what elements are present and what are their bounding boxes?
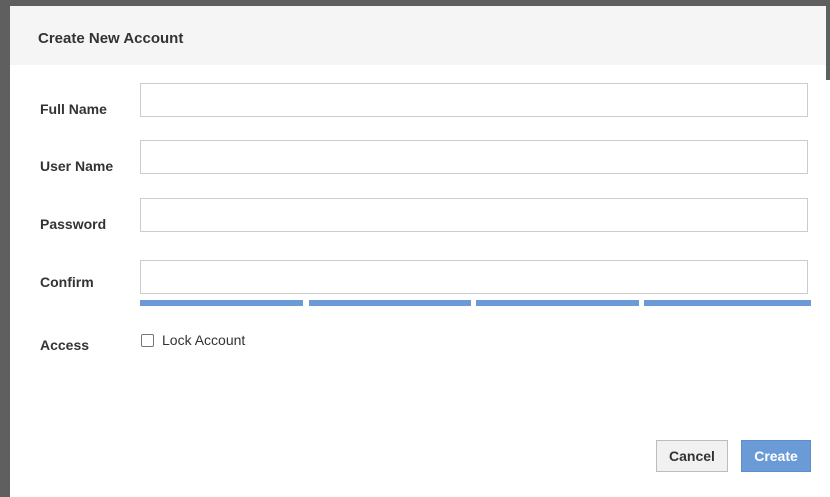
full-name-label: Full Name xyxy=(40,101,107,117)
password-strength-meter xyxy=(140,300,811,306)
lock-account-checkbox[interactable] xyxy=(141,333,154,347)
access-label: Access xyxy=(40,337,90,353)
full-name-input[interactable] xyxy=(140,83,808,117)
password-input[interactable] xyxy=(140,198,808,232)
app-window: Create New Account Full Name User Name P… xyxy=(0,0,830,497)
password-label: Password xyxy=(40,216,107,232)
window-border-left xyxy=(0,0,10,497)
strength-segment-4 xyxy=(644,300,811,306)
user-name-input[interactable] xyxy=(140,140,808,174)
strength-segment-1 xyxy=(140,300,303,306)
create-button[interactable]: Create xyxy=(741,440,811,472)
strength-segment-3 xyxy=(476,300,639,306)
user-name-label: User Name xyxy=(40,158,114,174)
dialog-header: Create New Account xyxy=(10,6,826,65)
cancel-button[interactable]: Cancel xyxy=(656,440,728,472)
dialog-title: Create New Account xyxy=(38,30,184,47)
create-account-dialog: Create New Account Full Name User Name P… xyxy=(10,6,826,497)
lock-account-option[interactable]: Lock Account xyxy=(140,331,245,349)
strength-segment-2 xyxy=(309,300,471,306)
lock-account-label[interactable]: Lock Account xyxy=(162,332,245,348)
confirm-password-input[interactable] xyxy=(140,260,808,294)
window-border-right xyxy=(826,0,830,80)
confirm-label: Confirm xyxy=(40,274,94,290)
